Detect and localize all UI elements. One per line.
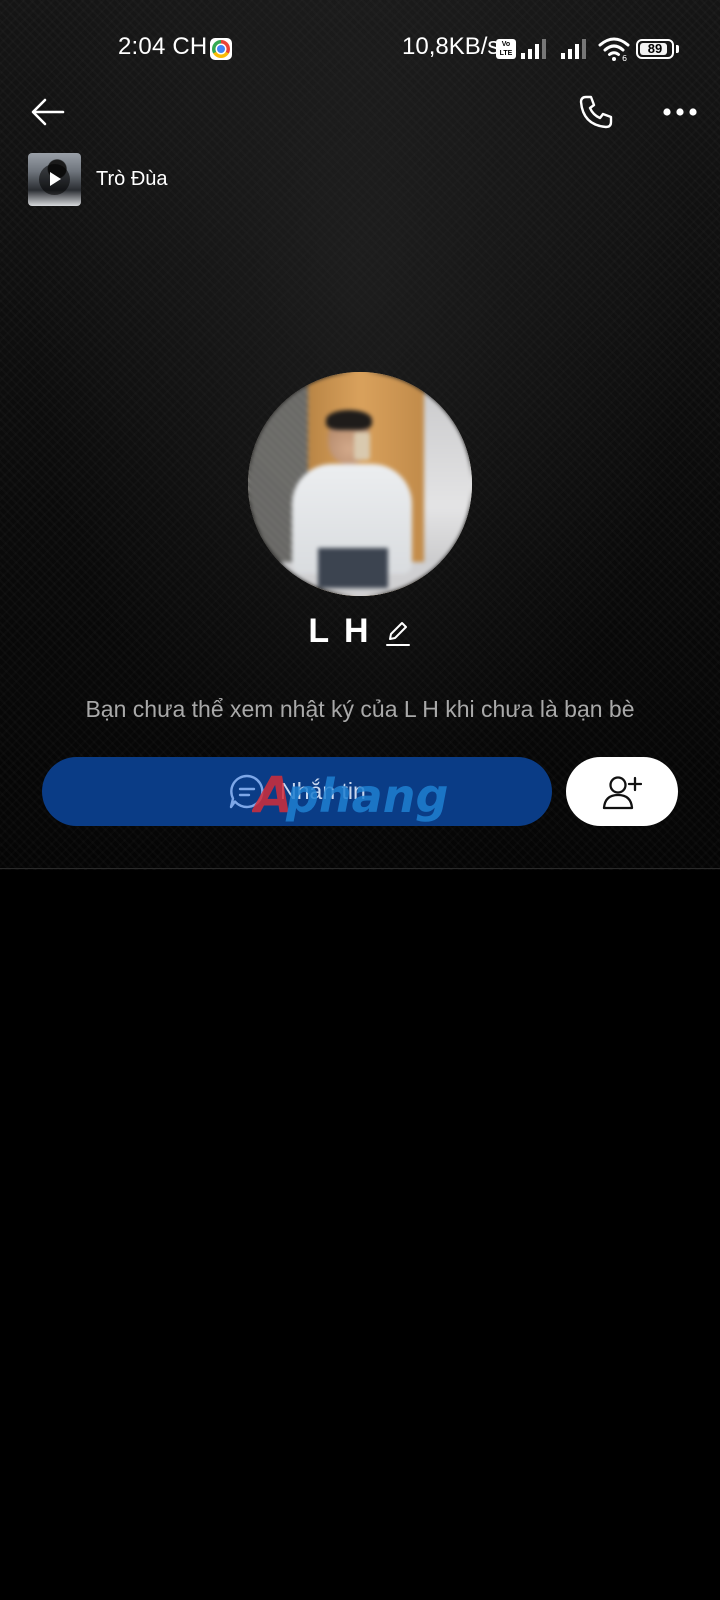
pencil-icon — [385, 621, 410, 646]
profile-screen: 2:04 CH 10,8KB/s Vo LTE 6 89 Trò Đùa L H… — [0, 0, 720, 1600]
message-button[interactable]: Nhắn tin — [42, 757, 552, 826]
phone-icon — [579, 95, 613, 129]
privacy-note: Bạn chưa thể xem nhật ký của L H khi chư… — [85, 696, 635, 722]
more-options-icon — [663, 108, 697, 116]
section-divider — [0, 868, 720, 869]
back-arrow-icon — [31, 98, 65, 126]
chat-bubble-icon — [228, 773, 266, 811]
chrome-icon — [210, 38, 232, 60]
battery-tip — [676, 45, 679, 53]
battery-icon: 89 — [636, 39, 674, 59]
signal-icon — [521, 39, 546, 59]
signal-icon — [561, 39, 586, 59]
profile-name: L H — [308, 612, 372, 650]
profile-music[interactable]: Trò Đùa — [28, 152, 168, 206]
back-button[interactable] — [26, 90, 70, 134]
status-time: 2:04 CH — [118, 33, 208, 60]
message-label: Nhắn tin — [280, 778, 366, 804]
call-button[interactable] — [572, 88, 620, 136]
battery-level: 89 — [647, 41, 663, 56]
music-thumbnail[interactable] — [28, 152, 81, 206]
volte-icon: Vo LTE — [496, 39, 516, 59]
play-icon — [39, 163, 70, 195]
network-speed: 10,8KB/s — [402, 33, 500, 60]
wifi-icon: 6 — [598, 37, 630, 62]
more-options-button[interactable] — [656, 90, 704, 134]
svg-text:6: 6 — [622, 54, 627, 62]
status-bar: 2:04 CH 10,8KB/s Vo LTE 6 89 — [0, 0, 720, 100]
add-friend-button[interactable] — [566, 757, 678, 826]
music-title: Trò Đùa — [96, 167, 168, 190]
avatar[interactable] — [248, 372, 472, 596]
name-row: L H — [0, 612, 720, 651]
add-user-icon — [602, 775, 642, 809]
edit-name-button[interactable] — [384, 617, 412, 647]
